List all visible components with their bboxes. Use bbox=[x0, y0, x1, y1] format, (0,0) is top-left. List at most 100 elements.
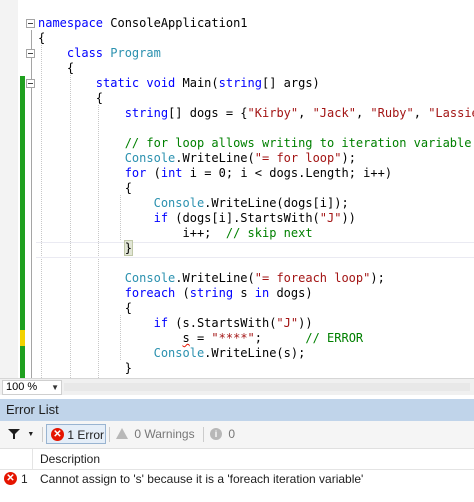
code-line[interactable]: Console.WriteLine(dogs[i]); bbox=[38, 196, 349, 211]
code-line[interactable]: Console.WriteLine(s); bbox=[38, 346, 306, 361]
code-line[interactable]: s = "****"; // ERROR bbox=[38, 331, 364, 346]
matched-brace: } bbox=[123, 240, 133, 256]
code-line[interactable]: { bbox=[38, 91, 103, 106]
code-line[interactable]: } bbox=[38, 361, 132, 376]
code-token: { bbox=[38, 301, 132, 315]
collapse-method-icon[interactable] bbox=[26, 79, 35, 88]
code-token: // skip next bbox=[225, 226, 313, 240]
code-token: } bbox=[38, 361, 132, 375]
code-line[interactable]: { bbox=[38, 31, 45, 46]
code-token: Console bbox=[153, 346, 205, 360]
code-line[interactable]: Console.WriteLine("= foreach loop"); bbox=[38, 271, 385, 286]
toolbar-separator bbox=[42, 427, 43, 442]
code-line[interactable]: string[] dogs = {"Kirby", "Jack", "Ruby"… bbox=[38, 106, 474, 121]
code-token: Console bbox=[153, 196, 205, 210]
code-line[interactable]: { bbox=[38, 301, 132, 316]
horizontal-scrollbar[interactable] bbox=[64, 383, 470, 391]
code-line[interactable]: static void Main(string[] args) bbox=[38, 76, 320, 91]
column-header-icon[interactable] bbox=[0, 449, 33, 469]
collapse-class-icon[interactable] bbox=[26, 49, 35, 58]
code-token: ( bbox=[146, 166, 161, 180]
messages-filter-button[interactable]: i 0 Messages bbox=[206, 424, 288, 461]
error-list-title-text: Error List bbox=[6, 402, 59, 417]
code-token: for bbox=[124, 166, 147, 180]
code-line[interactable]: class Program bbox=[38, 46, 161, 61]
code-line[interactable]: { bbox=[38, 61, 74, 76]
code-token: // ERROR bbox=[305, 331, 364, 345]
code-token: = bbox=[189, 331, 212, 345]
code-token: "= foreach loop" bbox=[254, 271, 371, 285]
code-token: namespace bbox=[38, 16, 111, 30]
warnings-filter-button[interactable]: 0 Warnings bbox=[112, 424, 200, 444]
code-token: { bbox=[38, 61, 75, 75]
code-line[interactable]: // for loop allows writing to iteration … bbox=[38, 136, 472, 151]
code-token: if bbox=[153, 211, 169, 225]
code-token: "Ruby" bbox=[370, 106, 414, 120]
code-token: // for loop allows writing to iteration … bbox=[38, 136, 472, 150]
code-token: static void bbox=[38, 76, 183, 90]
zoom-combo[interactable]: 100 % ▼ bbox=[2, 380, 62, 395]
code-token: .WriteLine(s); bbox=[204, 346, 306, 360]
code-token: s bbox=[233, 286, 255, 300]
code-token: Console bbox=[124, 271, 176, 285]
filter-icon bbox=[8, 428, 20, 439]
code-token: i++; bbox=[38, 226, 226, 240]
change-bar-unsaved bbox=[20, 330, 25, 346]
editor-bottom-bar: 100 % ▼ bbox=[0, 378, 474, 395]
code-line[interactable]: { bbox=[38, 181, 132, 196]
error-icon: ✕ bbox=[4, 472, 17, 485]
error-list-toolbar: ▼ ✕ 1 Error 0 Warnings i 0 Messages bbox=[0, 421, 474, 461]
column-header-description[interactable]: Description bbox=[40, 449, 100, 469]
code-line[interactable]: namespace ConsoleApplication1 bbox=[38, 16, 248, 31]
code-token: ; bbox=[254, 331, 306, 345]
collapse-namespace-icon[interactable] bbox=[26, 19, 35, 28]
editor-margin bbox=[0, 0, 18, 378]
chevron-down-icon[interactable]: ▼ bbox=[51, 381, 59, 394]
code-line[interactable]: } bbox=[38, 240, 133, 256]
code-token: , bbox=[298, 106, 313, 120]
code-token: if bbox=[153, 316, 169, 330]
code-token: (dogs[i].StartsWith( bbox=[168, 211, 320, 225]
code-line[interactable]: foreach (string s in dogs) bbox=[38, 286, 313, 301]
code-token: [] dogs = { bbox=[168, 106, 248, 120]
code-line[interactable]: if (dogs[i].StartsWith("J")) bbox=[38, 211, 356, 226]
code-token: ConsoleApplication1 bbox=[110, 16, 248, 30]
table-row[interactable]: ✕ 1 Cannot assign to 's' because it is a… bbox=[0, 470, 474, 488]
code-line[interactable]: if (s.StartsWith("J")) bbox=[38, 316, 313, 331]
code-token: .WriteLine(dogs[i]); bbox=[204, 196, 349, 210]
code-line[interactable]: i++; // skip next bbox=[38, 226, 313, 241]
change-bar-saved bbox=[20, 76, 25, 330]
code-token: )) bbox=[298, 316, 313, 330]
code-token: "****" bbox=[211, 331, 255, 345]
errors-filter-button[interactable]: ✕ 1 Error bbox=[46, 424, 106, 444]
code-editor[interactable]: namespace ConsoleApplication1{ class Pro… bbox=[0, 0, 474, 378]
code-token: )) bbox=[341, 211, 356, 225]
toolbar-separator bbox=[109, 427, 110, 442]
errors-filter-label: 1 Error bbox=[67, 428, 105, 442]
code-token: , bbox=[355, 106, 371, 120]
code-token: string bbox=[124, 106, 169, 120]
code-token: ( bbox=[175, 286, 190, 300]
code-token: (s.StartsWith( bbox=[168, 316, 277, 330]
code-line[interactable]: Console.WriteLine("= for loop"); bbox=[38, 151, 356, 166]
code-token: .WriteLine( bbox=[175, 271, 255, 285]
warnings-filter-label: 0 Warnings bbox=[134, 427, 195, 441]
code-token: "J" bbox=[319, 211, 342, 225]
code-token: Main( bbox=[182, 76, 219, 90]
filter-button[interactable]: ▼ bbox=[8, 424, 42, 444]
code-token: { bbox=[38, 181, 132, 195]
code-token: dogs) bbox=[269, 286, 313, 300]
code-token: "Jack" bbox=[312, 106, 356, 120]
error-squiggle-token: s bbox=[182, 331, 190, 345]
code-line[interactable]: for (int i = 0; i < dogs.Length; i++) bbox=[38, 166, 392, 181]
code-token: "J" bbox=[276, 316, 299, 330]
